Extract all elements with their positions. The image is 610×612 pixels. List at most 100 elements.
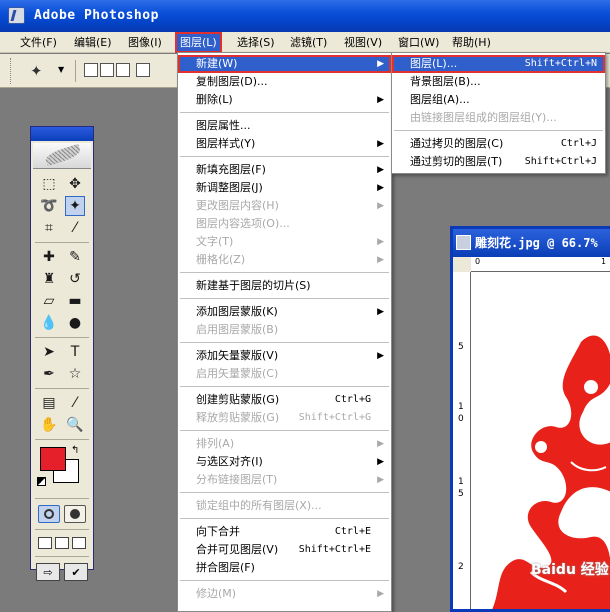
menu-item[interactable]: 新调整图层(J) ▶	[178, 179, 391, 197]
menu-item-label: 启用矢量蒙版(C)	[196, 367, 279, 380]
menu-item[interactable]: 创建剪贴蒙版(G) Ctrl+G	[178, 391, 391, 409]
magic-wand-tool-icon[interactable]: ✦	[65, 196, 85, 216]
imageready-icon[interactable]: ✔	[64, 563, 88, 581]
menu-select[interactable]: 选择(S)	[233, 33, 279, 52]
menu-item-label: 新填充图层(F)	[196, 163, 266, 176]
history-brush-icon[interactable]: ↺	[65, 269, 85, 289]
menu-file[interactable]: 文件(F)	[16, 33, 61, 52]
standard-screen-mode-icon[interactable]	[38, 537, 52, 549]
add-selection-icon[interactable]	[100, 63, 114, 77]
fullscreen-menu-mode-icon[interactable]	[55, 537, 69, 549]
menu-item[interactable]: 图层组(A)...	[392, 91, 605, 109]
menu-help[interactable]: 帮助(H)	[448, 33, 495, 52]
eraser-tool-icon[interactable]: ▱	[39, 291, 59, 311]
crop-tool-icon[interactable]: ⌗	[39, 218, 59, 238]
submenu-arrow-icon: ▶	[377, 307, 384, 317]
divider	[35, 439, 89, 440]
zoom-tool-icon[interactable]: 🔍	[65, 415, 85, 435]
ruler-label: 1	[458, 402, 464, 412]
menu-item[interactable]: 新建基于图层的切片(S)	[178, 277, 391, 295]
menu-item[interactable]: 通过剪切的图层(T) Shift+Ctrl+J	[392, 153, 605, 171]
menu-item[interactable]: 添加矢量蒙版(V) ▶	[178, 347, 391, 365]
menu-item[interactable]: 删除(L) ▶	[178, 91, 391, 109]
menu-layer[interactable]: 图层(L)	[175, 32, 222, 53]
photoshop-app-icon	[8, 7, 25, 24]
feather-logo-icon[interactable]	[33, 143, 91, 169]
divider	[35, 529, 89, 530]
menu-item: 由链接图层组成的图层组(Y)...	[392, 109, 605, 127]
chevron-down-icon[interactable]: ▼	[58, 65, 64, 74]
default-colors-icon[interactable]	[37, 477, 46, 486]
menu-item-label: 更改图层内容(H)	[196, 199, 279, 212]
menu-edit[interactable]: 编辑(E)	[70, 33, 116, 52]
menu-item[interactable]: 合并可见图层(V) Shift+Ctrl+E	[178, 541, 391, 559]
fullscreen-mode-icon[interactable]	[72, 537, 86, 549]
ruler-label: 0	[475, 257, 481, 266]
menu-separator	[180, 342, 389, 343]
menu-item[interactable]: 图层样式(Y) ▶	[178, 135, 391, 153]
jump-to-imageready-icon[interactable]: ⇨	[36, 563, 60, 581]
menu-item[interactable]: 复制图层(D)...	[178, 73, 391, 91]
toolbox-header[interactable]	[31, 127, 93, 141]
menu-filter[interactable]: 滤镜(T)	[286, 33, 331, 52]
menu-item-label: 图层内容选项(O)...	[196, 217, 290, 230]
type-tool-icon[interactable]: T	[65, 342, 85, 362]
menu-item[interactable]: 与选区对齐(I) ▶	[178, 453, 391, 471]
submenu-arrow-icon: ▶	[377, 457, 384, 467]
menu-item[interactable]: 添加图层蒙版(K) ▶	[178, 303, 391, 321]
custom-shape-icon[interactable]: ☆	[65, 364, 85, 384]
menu-item[interactable]: 新建(W) ▶	[178, 55, 391, 73]
menu-item: 启用矢量蒙版(C)	[178, 365, 391, 383]
menu-item[interactable]: 图层属性...	[178, 117, 391, 135]
clone-stamp-icon[interactable]: ♜	[39, 269, 59, 289]
magic-wand-preset-icon[interactable]: ✦	[30, 62, 43, 80]
menu-item[interactable]: 拼合图层(F)	[178, 559, 391, 577]
menu-item[interactable]: 向下合并 Ctrl+E	[178, 523, 391, 541]
menu-item: 锁定组中的所有图层(X)...	[178, 497, 391, 515]
blur-tool-icon[interactable]: 💧	[39, 313, 59, 333]
new-selection-icon[interactable]	[84, 63, 98, 77]
menu-item-label: 与选区对齐(I)	[196, 455, 263, 468]
subtract-selection-icon[interactable]	[116, 63, 130, 77]
swap-colors-icon[interactable]: ↰	[71, 445, 79, 456]
menu-item-label: 添加图层蒙版(K)	[196, 305, 278, 318]
quick-mask-button[interactable]	[64, 505, 86, 523]
menu-view[interactable]: 视图(V)	[340, 33, 386, 52]
document-window: 雕刻花.jpg @ 66.7% 0 1 5 1 0 1 5 2 Baidu 经验	[450, 226, 610, 612]
menu-item-label: 新建(W)	[196, 57, 238, 70]
submenu-arrow-icon: ▶	[377, 165, 384, 175]
document-title-bar[interactable]: 雕刻花.jpg @ 66.7%	[453, 229, 610, 257]
move-tool-icon[interactable]: ✥	[65, 174, 85, 194]
new-layer-submenu: 图层(L)... Shift+Ctrl+N 背景图层(B)... 图层组(A)... 由…	[391, 52, 606, 174]
menu-image[interactable]: 图像(I)	[124, 33, 166, 52]
path-select-icon[interactable]: ➤	[39, 342, 59, 362]
menu-window[interactable]: 窗口(W)	[394, 33, 443, 52]
intersect-selection-icon[interactable]	[136, 63, 150, 77]
standard-mode-button[interactable]	[38, 505, 60, 523]
menu-item-shortcut: Ctrl+E	[334, 526, 371, 537]
menu-item[interactable]: 图层(L)... Shift+Ctrl+N	[392, 55, 605, 73]
image-canvas[interactable]: Baidu 经验	[471, 272, 610, 609]
menu-item-label: 释放剪贴蒙版(G)	[196, 411, 280, 424]
eyedropper-tool-icon[interactable]: ⁄	[65, 393, 85, 413]
foreground-color[interactable]	[40, 447, 66, 471]
brush-tool-icon[interactable]: ✎	[65, 247, 85, 267]
gradient-tool-icon[interactable]: ▬	[65, 291, 85, 311]
pen-tool-icon[interactable]: ✒	[39, 364, 59, 384]
lasso-tool-icon[interactable]: ➰	[39, 196, 59, 216]
toolbar-grip[interactable]	[10, 58, 13, 84]
hand-tool-icon[interactable]: ✋	[39, 415, 59, 435]
dodge-tool-icon[interactable]: ●	[65, 313, 85, 333]
toolbox: ⬚ ✥ ➰ ✦ ⌗ ⁄ ✚ ✎ ♜ ↺ ▱ ▬ 💧 ● ➤ T ✒ ☆ ▤ ⁄ ✋ 🔍 ↰ ⇨ ✔	[30, 126, 94, 581]
marquee-tool-icon[interactable]: ⬚	[39, 174, 59, 194]
menu-item[interactable]: 新填充图层(F) ▶	[178, 161, 391, 179]
menu-item[interactable]: 通过拷贝的图层(C) Ctrl+J	[392, 135, 605, 153]
slice-tool-icon[interactable]: ⁄	[65, 218, 85, 238]
menu-item[interactable]: 背景图层(B)...	[392, 73, 605, 91]
divider	[35, 388, 89, 389]
healing-brush-icon[interactable]: ✚	[39, 247, 59, 267]
ruler-label: 2	[458, 562, 464, 572]
submenu-arrow-icon: ▶	[377, 183, 384, 193]
menu-separator	[180, 272, 389, 273]
notes-tool-icon[interactable]: ▤	[39, 393, 59, 413]
